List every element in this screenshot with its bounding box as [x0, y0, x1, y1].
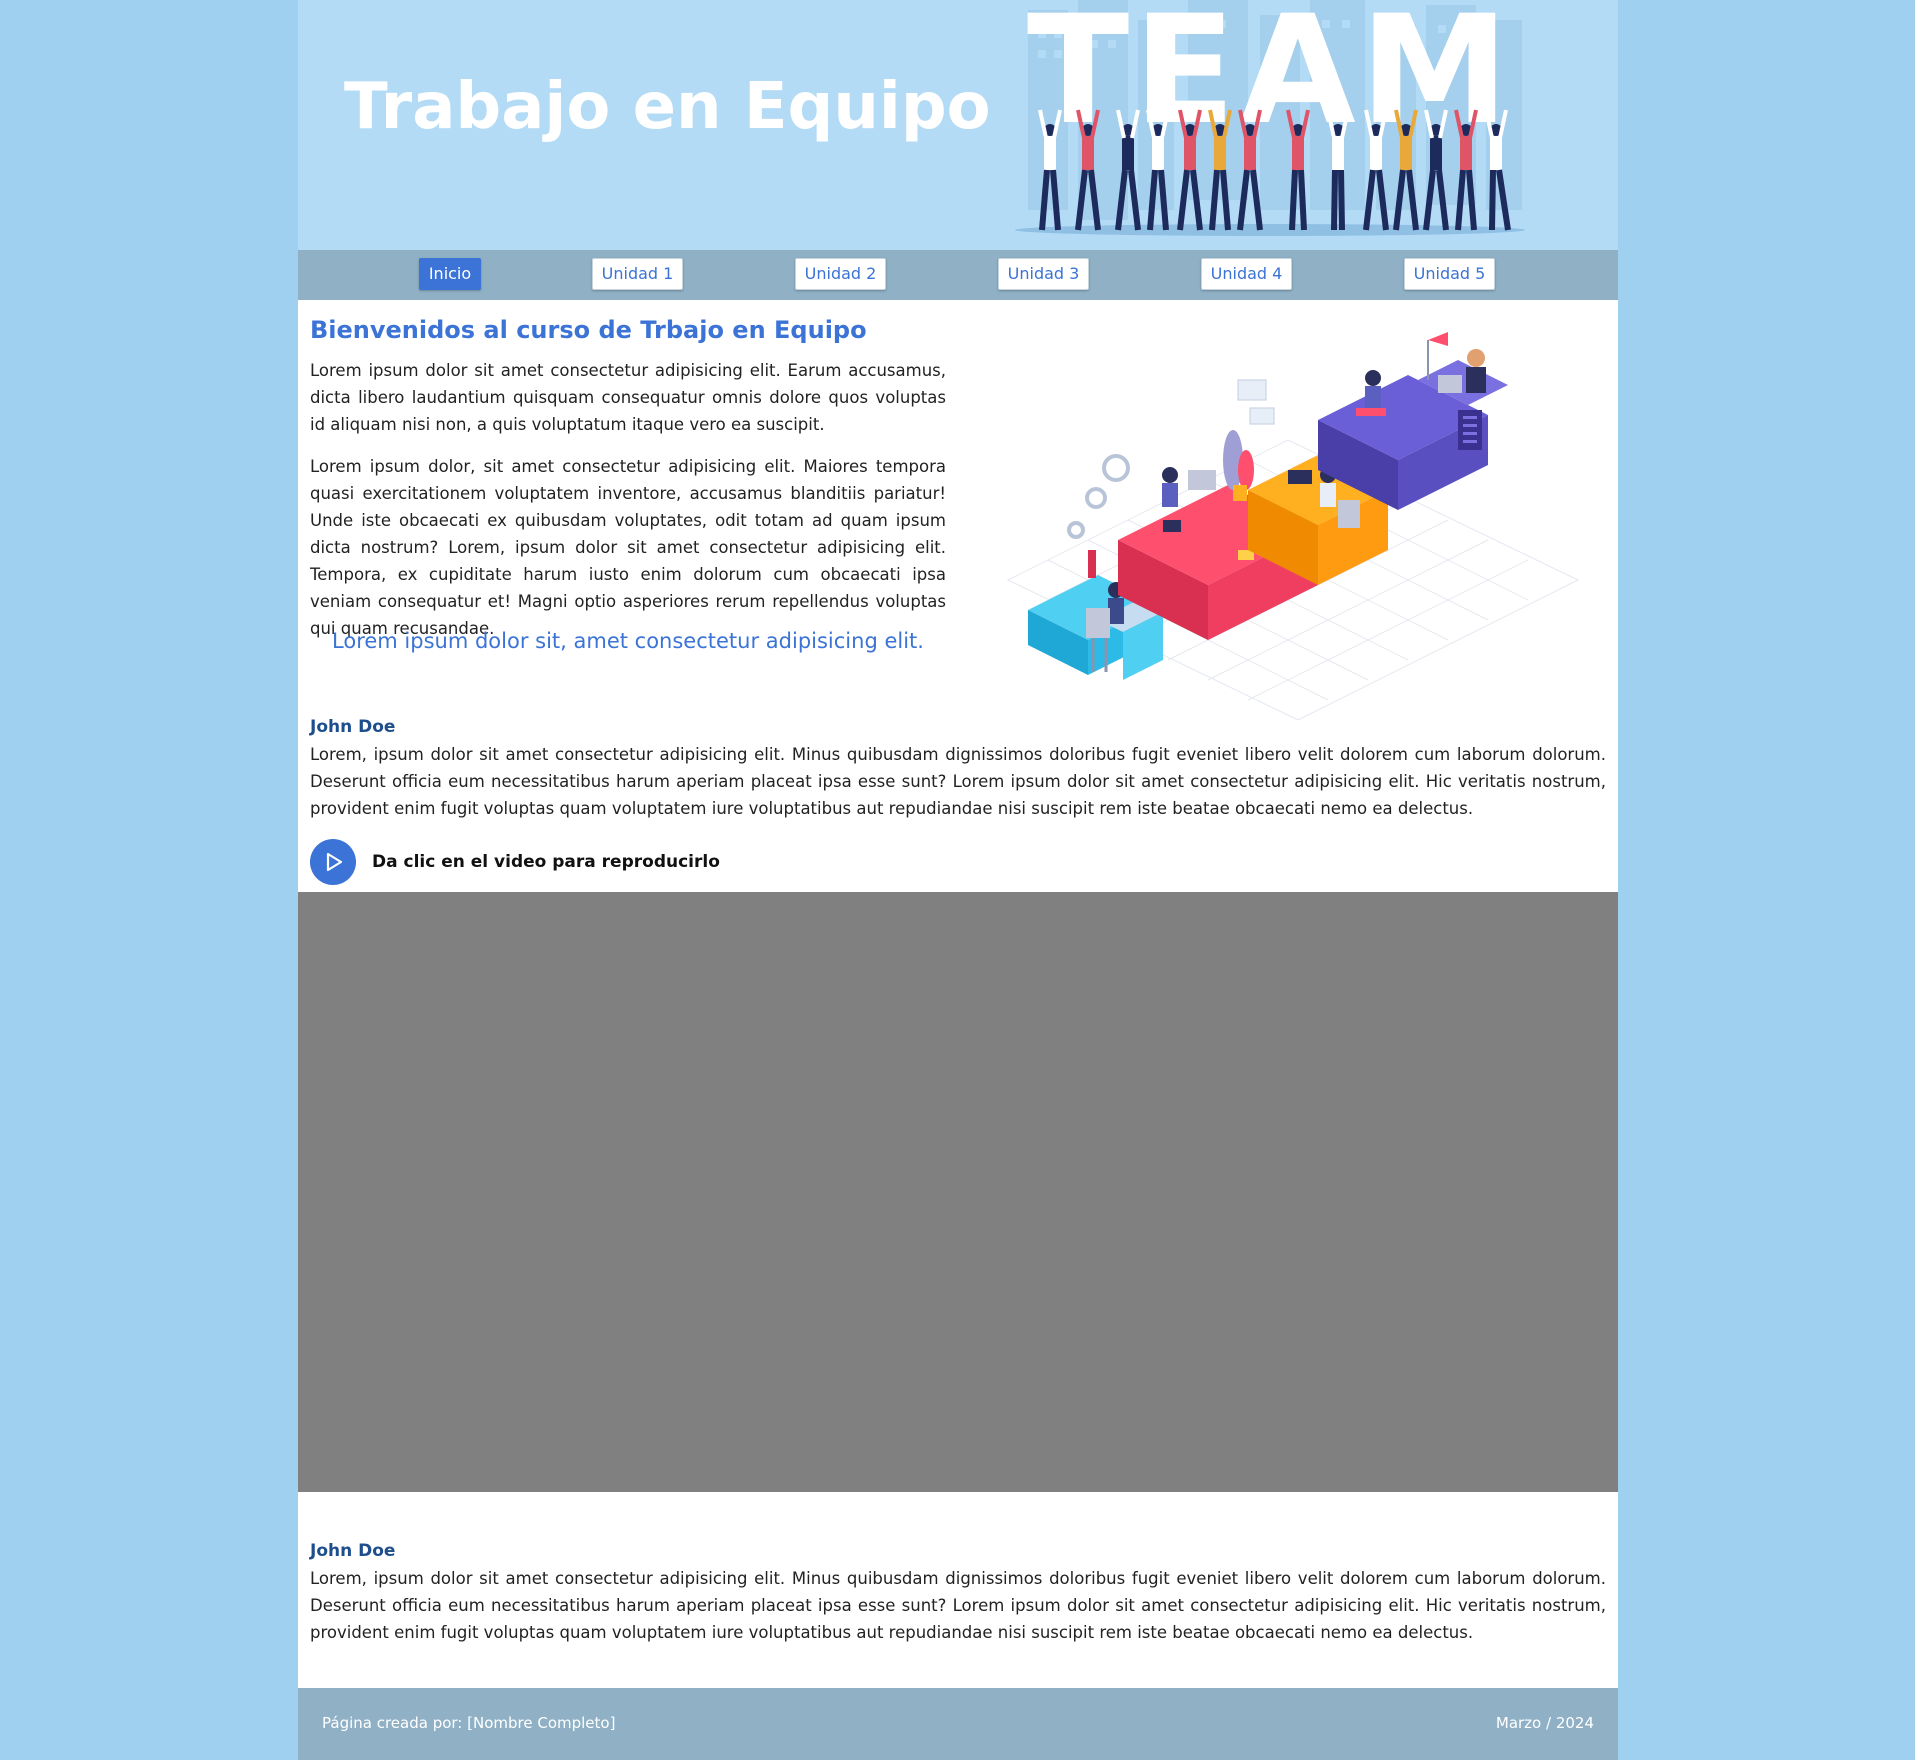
video-player[interactable] [298, 892, 1618, 1492]
testimonial-text: Lorem, ipsum dolor sit amet consectetur … [310, 1569, 1606, 1642]
footer: Página creada por: [Nombre Completo] Mar… [298, 1688, 1618, 1760]
nav-item-unidad-2[interactable]: Unidad 2 [795, 258, 886, 290]
nav-item-inicio[interactable]: Inicio [419, 258, 481, 290]
author-name: John Doe [310, 717, 396, 737]
page-title: Trabajo en Equipo [344, 70, 991, 144]
team-illustration: TEAM [1015, 0, 1525, 236]
author-name: John Doe [310, 1541, 396, 1561]
nav-item-unidad-5[interactable]: Unidad 5 [1404, 258, 1495, 290]
intro-heading: Bienvenidos al curso de Trbajo en Equipo [310, 316, 867, 344]
page-container: Trabajo en Equipo TEAM Inicio Unidad 1 U… [298, 0, 1618, 1760]
nav-item-unidad-3[interactable]: Unidad 3 [998, 258, 1089, 290]
intro-highlight: Lorem ipsum dolor sit, amet consectetur … [332, 629, 924, 653]
video-prompt: Da clic en el video para reproducirlo [310, 839, 720, 885]
video-prompt-label: Da clic en el video para reproducirlo [372, 852, 720, 872]
play-icon [326, 852, 343, 872]
footer-credit: Página creada por: [Nombre Completo] [322, 1714, 616, 1732]
header-banner: Trabajo en Equipo TEAM [298, 0, 1618, 250]
intro-paragraph-1: Lorem ipsum dolor sit amet consectetur a… [310, 361, 946, 434]
nav-item-unidad-4[interactable]: Unidad 4 [1201, 258, 1292, 290]
intro-paragraph-2: Lorem ipsum dolor, sit amet consectetur … [310, 457, 946, 638]
play-button[interactable] [310, 839, 356, 885]
nav-item-unidad-1[interactable]: Unidad 1 [592, 258, 683, 290]
testimonial-text: Lorem, ipsum dolor sit amet consectetur … [310, 745, 1606, 818]
office-illustration [1006, 332, 1580, 720]
footer-date: Marzo / 2024 [1495, 1714, 1594, 1732]
main-nav: Inicio Unidad 1 Unidad 2 Unidad 3 Unidad… [298, 250, 1618, 300]
